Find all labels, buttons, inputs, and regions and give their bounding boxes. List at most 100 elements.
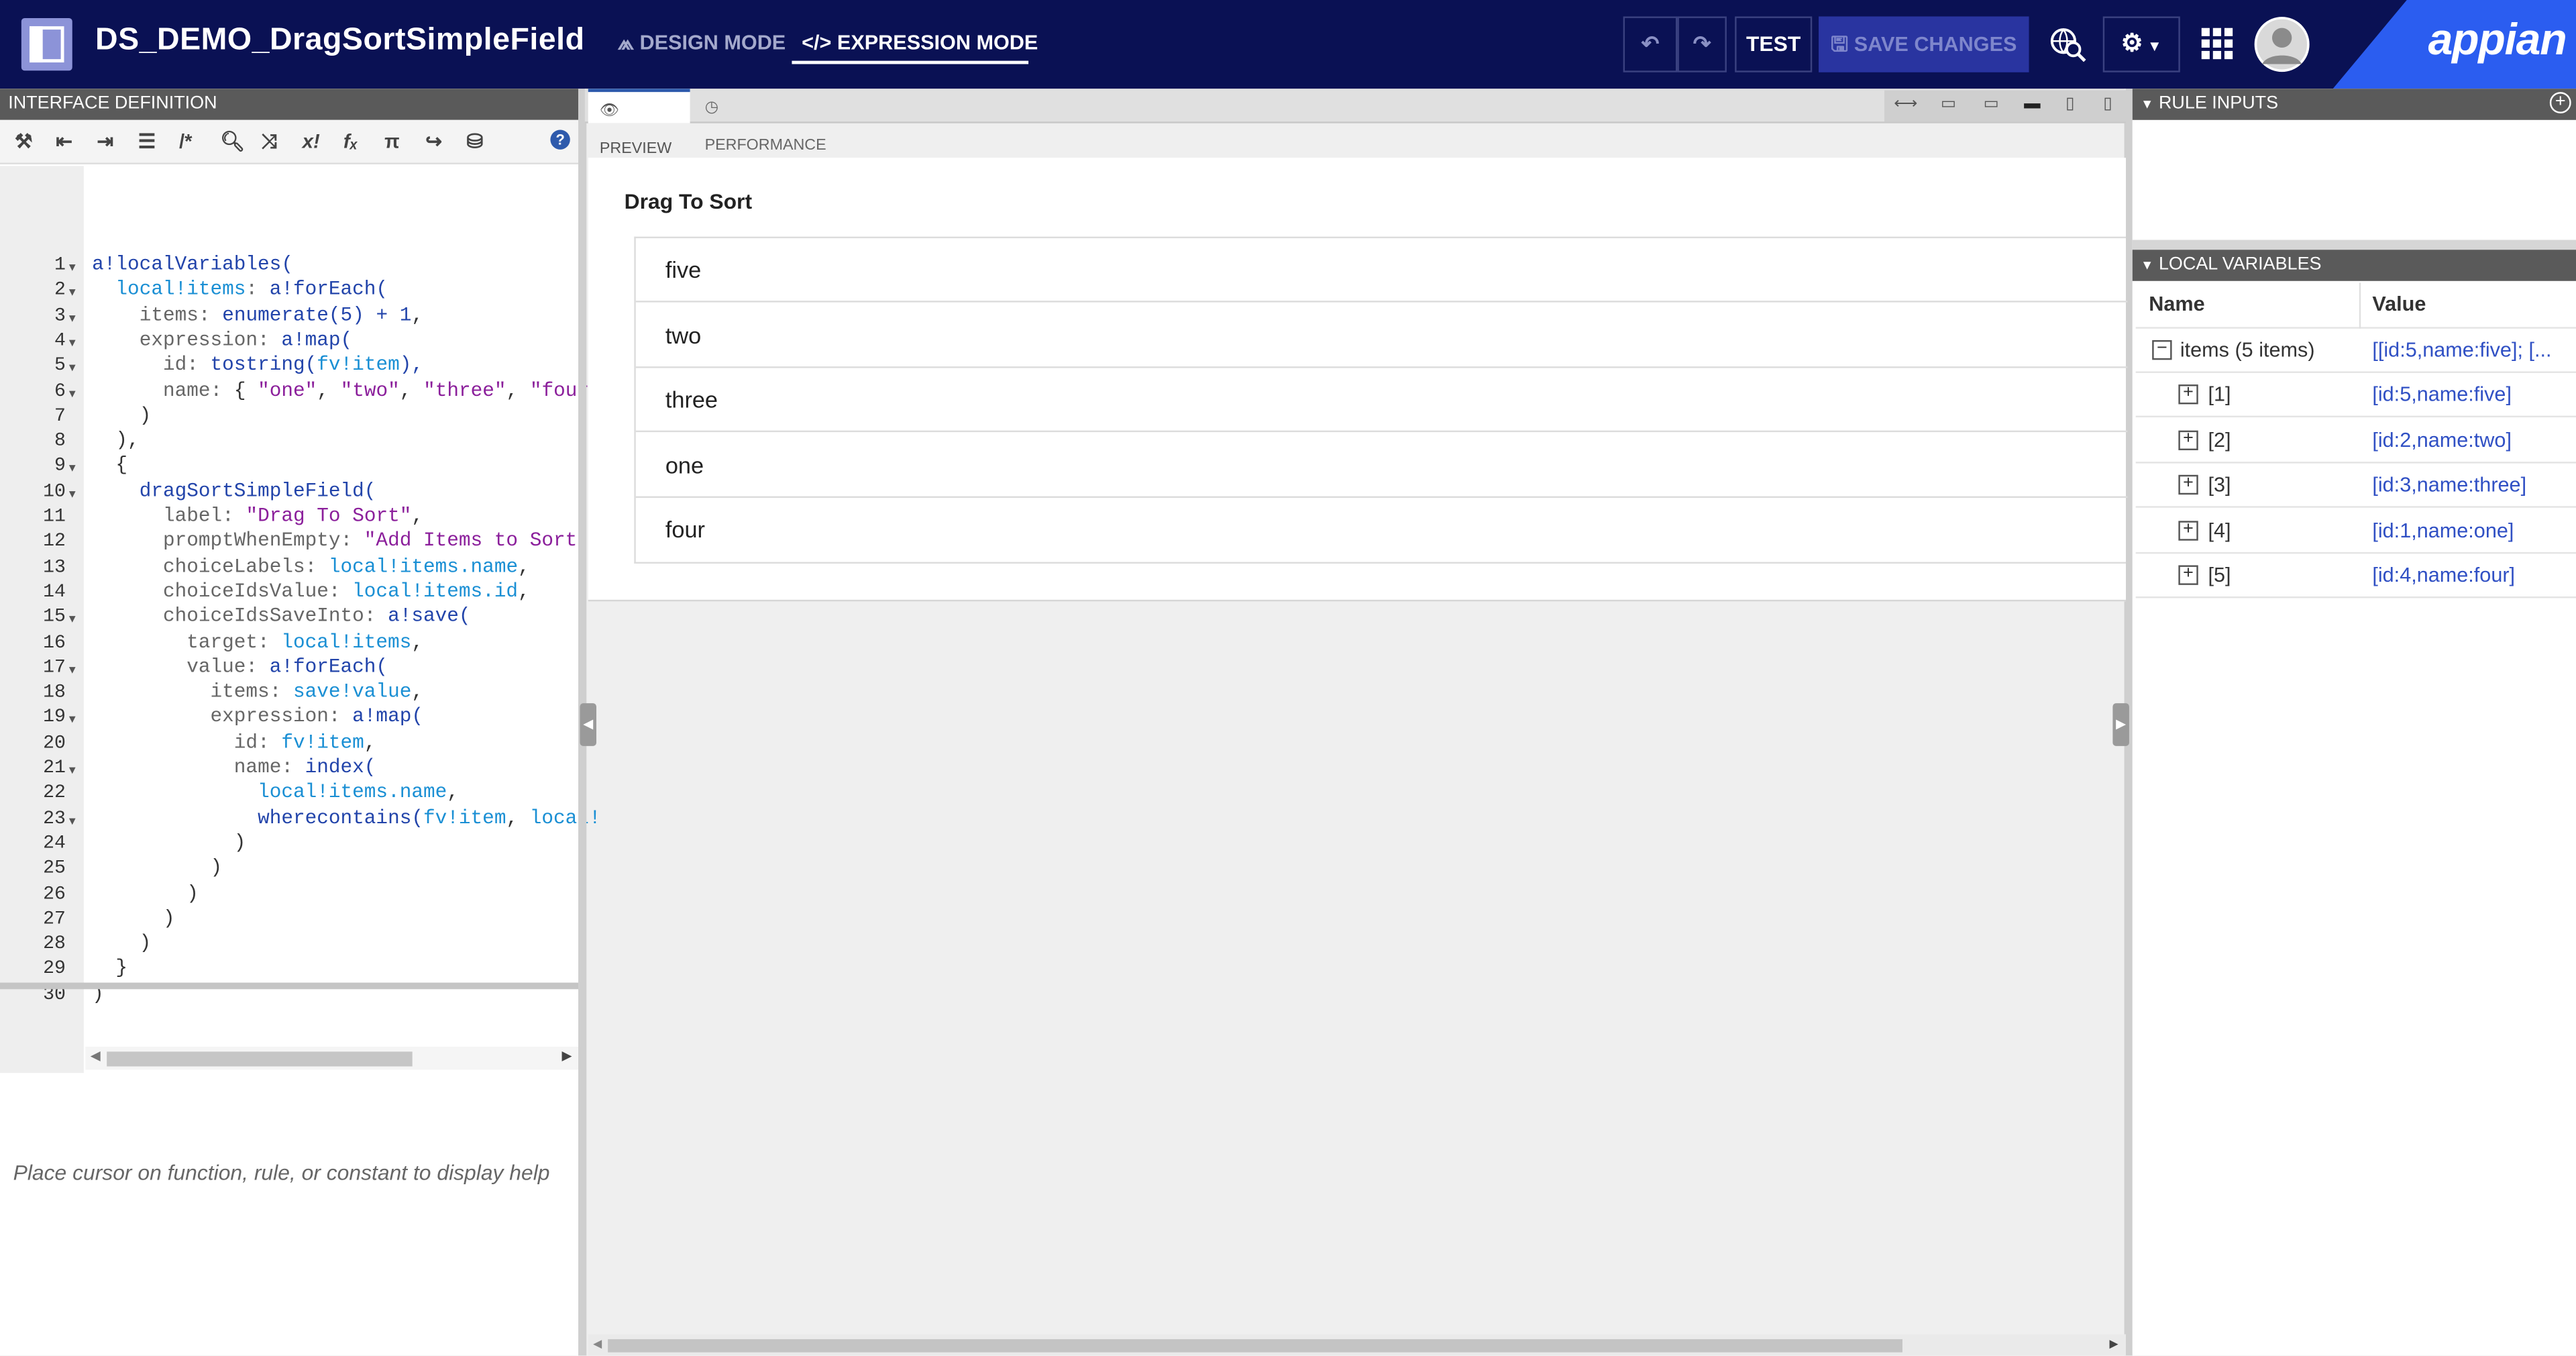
- desktop-icon[interactable]: ▭: [1978, 95, 2004, 115]
- interface-designer-icon[interactable]: [21, 17, 72, 71]
- collapse-left-handle[interactable]: ◀: [580, 703, 596, 746]
- code-line[interactable]: wherecontains(fv!item, local!: [92, 806, 601, 829]
- format-icon[interactable]: ⚒: [15, 129, 32, 152]
- expand-icon[interactable]: +: [2178, 519, 2198, 540]
- scroll-left-icon[interactable]: ◀: [593, 1337, 602, 1351]
- code-line[interactable]: local!items: a!forEach(: [92, 278, 388, 301]
- fold-toggle-icon[interactable]: ▾: [69, 310, 76, 325]
- expand-icon[interactable]: +: [2178, 429, 2198, 450]
- code-line[interactable]: ): [92, 856, 222, 879]
- expression-mode-tab[interactable]: </> EXPRESSION MODE: [802, 32, 1038, 54]
- collapse-right-handle[interactable]: ▶: [2112, 703, 2129, 746]
- code-line[interactable]: label: "Drag To Sort",: [92, 505, 423, 527]
- code-line[interactable]: ): [92, 932, 152, 955]
- drag-sort-field[interactable]: five two three one four: [634, 236, 2128, 564]
- database-icon[interactable]: ⛁: [467, 129, 484, 152]
- panel-separator[interactable]: [2132, 240, 2576, 250]
- fold-toggle-icon[interactable]: ▾: [69, 813, 76, 827]
- save-changes-button[interactable]: 🖫 SAVE CHANGES: [1819, 16, 2029, 72]
- test-button[interactable]: TEST: [1735, 16, 1813, 72]
- fit-width-icon[interactable]: ⟷: [1892, 95, 1919, 115]
- expand-icon[interactable]: +: [2178, 564, 2198, 585]
- redo-button[interactable]: ↷: [1677, 16, 1727, 72]
- drag-sort-item[interactable]: three: [635, 368, 2128, 433]
- code-line[interactable]: id: tostring(fv!item),: [92, 354, 423, 376]
- phone-icon[interactable]: ▯: [2094, 95, 2121, 115]
- indent-icon[interactable]: ⇥: [97, 129, 113, 152]
- editor-horizontal-scrollbar[interactable]: ◀ ▶: [85, 1047, 579, 1070]
- code-line[interactable]: a!localVariables(: [92, 253, 293, 276]
- drag-sort-item[interactable]: two: [635, 303, 2128, 368]
- code-line[interactable]: items: enumerate(5) + 1,: [92, 303, 423, 326]
- code-line[interactable]: ): [92, 882, 199, 904]
- monitor-icon[interactable]: ▬: [2019, 95, 2045, 115]
- variable-value[interactable]: [id:1,name:one]: [2372, 519, 2569, 541]
- code-line[interactable]: ): [92, 404, 152, 427]
- code-line[interactable]: local!items.name,: [92, 781, 459, 804]
- collapse-icon[interactable]: −: [2152, 340, 2172, 360]
- search-icon[interactable]: 🔍︎: [220, 129, 245, 152]
- shuffle-icon[interactable]: ⤨: [261, 129, 277, 154]
- scroll-right-icon[interactable]: ▶: [2110, 1337, 2118, 1351]
- variable-value[interactable]: [id:4,name:four]: [2372, 564, 2569, 586]
- drag-sort-item[interactable]: five: [635, 238, 2128, 303]
- code-line[interactable]: ): [92, 831, 246, 854]
- code-line[interactable]: }: [92, 957, 127, 980]
- code-line[interactable]: id: fv!item,: [92, 731, 376, 753]
- desktop-wide-icon[interactable]: ▭: [1935, 95, 1962, 115]
- fold-toggle-icon[interactable]: ▾: [69, 762, 76, 777]
- code-line[interactable]: choiceIdsSaveInto: a!save(: [92, 605, 471, 628]
- comment-icon[interactable]: /*: [179, 129, 193, 152]
- variable-value[interactable]: [[id:5,name:five]; [...: [2372, 338, 2569, 361]
- fold-toggle-icon[interactable]: ▾: [69, 662, 76, 676]
- fold-toggle-icon[interactable]: ▾: [69, 486, 76, 501]
- undo-button[interactable]: ↶: [1623, 16, 1678, 72]
- export-icon[interactable]: ↪: [425, 129, 442, 152]
- code-line[interactable]: choiceLabels: local!items.name,: [92, 555, 530, 578]
- preview-horizontal-scrollbar[interactable]: ◀ ▶: [588, 1334, 2127, 1356]
- translation-search-icon[interactable]: [2049, 26, 2088, 62]
- rule-inputs-header[interactable]: ▼ RULE INPUTS: [2132, 89, 2576, 120]
- tab-performance[interactable]: ◷ PERFORMANCE: [693, 89, 841, 154]
- code-line[interactable]: expression: a!map(: [92, 706, 423, 729]
- constant-icon[interactable]: π: [384, 129, 400, 152]
- fold-toggle-icon[interactable]: ▾: [69, 284, 76, 299]
- help-panel-splitter[interactable]: [0, 982, 579, 990]
- help-icon[interactable]: ?: [550, 129, 570, 150]
- fold-toggle-icon[interactable]: ▾: [69, 461, 76, 476]
- scroll-left-icon[interactable]: ◀: [91, 1048, 101, 1063]
- code-line[interactable]: choiceIdsValue: local!items.id,: [92, 580, 530, 603]
- fold-toggle-icon[interactable]: ▾: [69, 260, 76, 274]
- code-line[interactable]: {: [92, 454, 127, 477]
- code-line[interactable]: target: local!items,: [92, 630, 423, 653]
- fold-toggle-icon[interactable]: ▾: [69, 335, 76, 350]
- drag-sort-item[interactable]: one: [635, 433, 2128, 498]
- scroll-thumb[interactable]: [107, 1051, 413, 1067]
- code-line[interactable]: ),: [92, 429, 139, 452]
- variable-icon[interactable]: x!: [303, 129, 320, 152]
- expand-icon[interactable]: +: [2178, 384, 2198, 405]
- drag-sort-item[interactable]: four: [636, 499, 2128, 563]
- code-line[interactable]: name: { "one", "two", "three", "four": [92, 378, 601, 401]
- fold-toggle-icon[interactable]: ▾: [69, 360, 76, 375]
- fold-toggle-icon[interactable]: ▾: [69, 712, 76, 727]
- list-icon[interactable]: ☰: [138, 129, 156, 152]
- fold-toggle-icon[interactable]: ▾: [69, 385, 76, 400]
- code-line[interactable]: name: index(: [92, 756, 376, 779]
- code-line[interactable]: items: save!value,: [92, 680, 423, 703]
- variable-value[interactable]: [id:3,name:three]: [2372, 473, 2569, 496]
- scroll-right-icon[interactable]: ▶: [562, 1048, 572, 1063]
- code-line[interactable]: expression: a!map(: [92, 329, 352, 352]
- function-icon[interactable]: fₓ: [343, 129, 358, 152]
- add-rule-input-icon[interactable]: +: [2549, 92, 2571, 113]
- tab-preview[interactable]: 👁︎ PREVIEW: [588, 89, 690, 158]
- code-line[interactable]: promptWhenEmpty: "Add Items to Sort",: [92, 529, 601, 552]
- fold-toggle-icon[interactable]: ▾: [69, 611, 76, 626]
- code-line[interactable]: dragSortSimpleField(: [92, 479, 376, 502]
- user-avatar[interactable]: [2254, 16, 2310, 72]
- app-grid-icon[interactable]: [2201, 28, 2235, 61]
- settings-menu-button[interactable]: ⚙ ▼: [2102, 16, 2180, 72]
- outdent-icon[interactable]: ⇤: [56, 129, 72, 152]
- variable-value[interactable]: [id:2,name:two]: [2372, 428, 2569, 451]
- expand-icon[interactable]: +: [2178, 474, 2198, 495]
